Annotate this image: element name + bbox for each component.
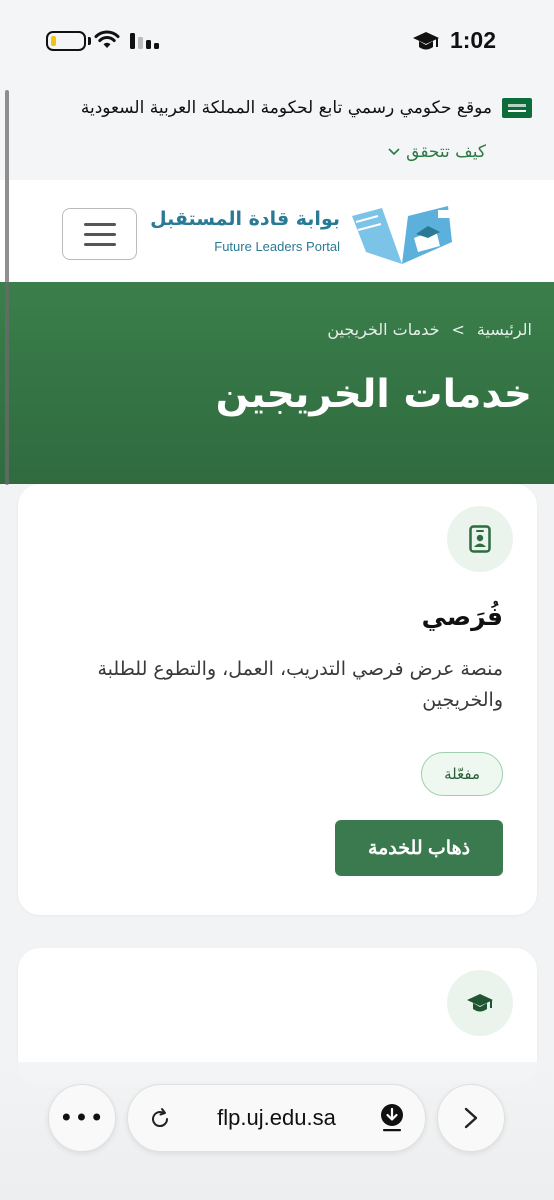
- site-header: بوابة قادة المستقبل Future Leaders Porta…: [0, 180, 554, 282]
- reload-icon[interactable]: [148, 1107, 172, 1131]
- gov-banner-text: موقع حكومي رسمي تابع لحكومة المملكة العر…: [80, 98, 492, 118]
- gov-row: موقع حكومي رسمي تابع لحكومة المملكة العر…: [81, 98, 532, 118]
- browser-toolbar: ••• flp.uj.edu.sa: [0, 1062, 554, 1200]
- card-title: فُرَصي: [421, 602, 503, 631]
- battery-tip: [88, 37, 91, 45]
- download-icon[interactable]: [379, 1103, 405, 1133]
- url-text: flp.uj.edu.sa: [217, 1105, 336, 1130]
- forward-button[interactable]: [437, 1084, 505, 1152]
- logo-english-text: Future Leaders Portal: [214, 239, 340, 254]
- graduation-cap-icon: [447, 970, 513, 1036]
- hero-banner: الرئيسية > خدمات الخريجين خدمات الخريجين: [0, 282, 554, 484]
- menu-button[interactable]: [62, 208, 137, 260]
- menu-line: [84, 243, 116, 246]
- logo-arabic-text: بوابة قادة المستقبل: [150, 208, 340, 230]
- chevron-right-icon: [464, 1107, 478, 1129]
- status-time: 1:02: [449, 27, 496, 53]
- verify-link[interactable]: كيف تتحقق: [388, 142, 486, 162]
- wifi-icon: [94, 30, 120, 48]
- chevron-down-icon: [388, 148, 400, 156]
- breadcrumb: الرئيسية > خدمات الخريجين: [327, 320, 532, 339]
- menu-line: [84, 223, 116, 226]
- page-title: خدمات الخريجين: [215, 372, 532, 417]
- graduation-cap-icon: [413, 32, 439, 50]
- breadcrumb-current: خدمات الخريجين: [327, 320, 440, 339]
- gov-banner: موقع حكومي رسمي تابع لحكومة المملكة العر…: [0, 80, 554, 180]
- service-card: فُرَصي منصة عرض فرصي التدريب، العمل، وال…: [18, 484, 537, 915]
- breadcrumb-separator: >: [451, 320, 465, 339]
- id-badge-icon: [447, 506, 513, 572]
- menu-line: [84, 233, 116, 236]
- more-button[interactable]: •••: [48, 1084, 116, 1152]
- breadcrumb-home[interactable]: الرئيسية: [477, 320, 532, 339]
- status-bar: 1:02: [0, 0, 554, 80]
- address-bar[interactable]: flp.uj.edu.sa: [127, 1084, 426, 1152]
- status-badge: مفعّلة: [421, 752, 503, 796]
- logo-book-icon: [352, 206, 452, 264]
- site-logo[interactable]: بوابة قادة المستقبل Future Leaders Porta…: [150, 202, 460, 268]
- battery-icon: [46, 31, 86, 51]
- verify-label: كيف تتحقق: [406, 142, 486, 162]
- saudi-flag-icon: [502, 98, 532, 118]
- scrollbar[interactable]: [5, 90, 9, 485]
- go-to-service-button[interactable]: ذهاب للخدمة: [335, 820, 503, 876]
- card-description: منصة عرض فرصي التدريب، العمل، والتطوع لل…: [97, 658, 504, 711]
- signal-icon: [130, 33, 159, 49]
